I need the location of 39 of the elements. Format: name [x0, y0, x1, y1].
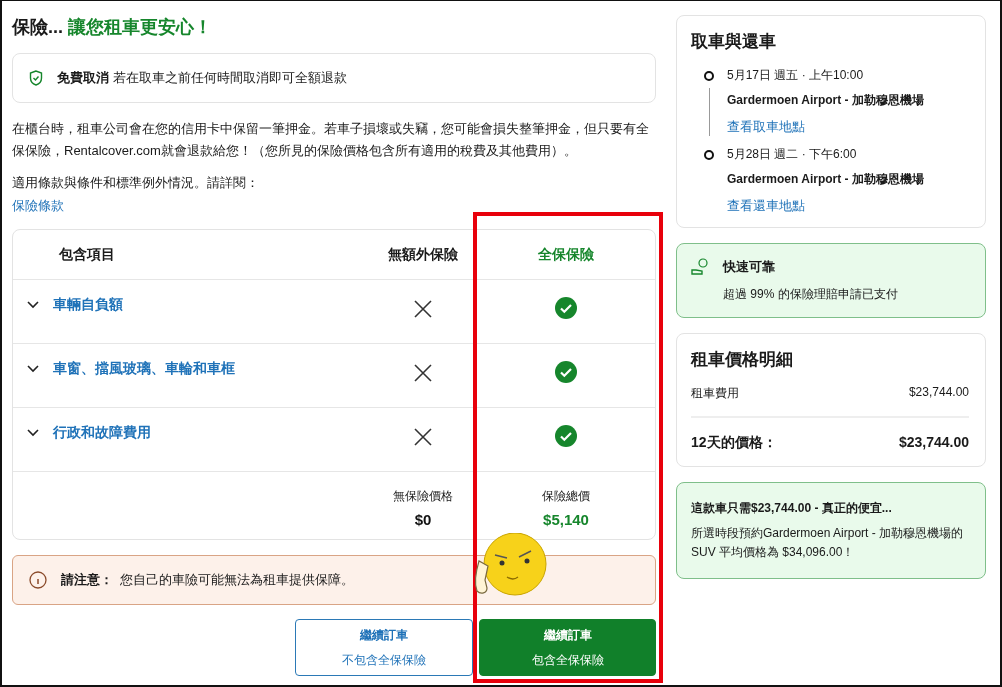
continue-button[interactable]: 繼續訂車 不包含全保保險	[295, 619, 473, 676]
date-time: 5月17日 週五 · 上午10:00	[727, 67, 865, 84]
location-link[interactable]: 查看取車地點	[727, 119, 805, 134]
price-value: $0	[414, 511, 432, 528]
column-header: 無額外保險	[388, 245, 458, 264]
timeline-dot	[704, 149, 714, 160]
notice-text: 請注意： 您自己的車險可能無法為租車提供保障。	[61, 571, 354, 589]
location-name: Gardermoen Airport - 加勒穆恩機場	[727, 171, 925, 188]
feature-text: 超過 99% 的保險理賠申請已支付	[723, 286, 898, 303]
feature-title: 快速可靠	[723, 258, 776, 276]
date-time: 5月28日 週二 · 下午6:00	[727, 146, 858, 163]
column-header: 全保保險	[538, 245, 594, 264]
price-label: 無保險價格	[393, 488, 453, 505]
total-value: $23,744.00	[898, 434, 969, 452]
terms-link[interactable]: 保險條款	[12, 198, 64, 213]
card-title: 租車價格明細	[691, 349, 794, 371]
deposit-paragraph: 在櫃台時，租車公司會在您的信用卡中保留一筆押金。若車子損壞或失竊，您可能會損失整筆押金，但只要有全保保險，Rentalcover.com就會退款給您！（您所見的保險價格包含所有適用的稅費及其他費用）。	[12, 120, 650, 160]
coverage-item[interactable]: 行政和故障費用	[13, 408, 151, 442]
card-title: 取車與還車	[691, 31, 777, 53]
coverage-item[interactable]: 車輛自負額	[13, 280, 123, 314]
price-label: 保險總價	[542, 488, 590, 505]
fee-value: $23,744.00	[908, 385, 969, 401]
column-header: 包含項目	[58, 245, 115, 264]
page-heading: 保險... 讓您租車更安心！	[12, 16, 214, 39]
shield-check-icon	[29, 70, 43, 86]
timeline-dot	[704, 70, 714, 81]
location-link[interactable]: 查看還車地點	[727, 198, 805, 213]
location-name: Gardermoen Airport - 加勒穆恩機場	[727, 92, 925, 109]
total-label: 12天的價格：	[691, 434, 777, 452]
fee-label: 租車費用	[691, 385, 739, 402]
free-cancel-text: 免費取消 若在取車之前任何時間取消即可全額退款	[57, 69, 347, 87]
deal-text: 所選時段預約Gardermoen Airport - 加勒穆恩機場的 SUV 平均價格為 $34,096.00！	[691, 526, 964, 559]
continue-button[interactable]: 繼續訂車 包含全保保險	[479, 619, 656, 676]
price-value: $5,140	[543, 511, 589, 528]
deal-title: 這款車只需$23,744.00 - 真正的便宜...	[691, 500, 893, 517]
coverage-item[interactable]: 車窗、擋風玻璃、車輪和車框	[13, 344, 235, 378]
terms-note: 適用條款與條件和標準例外情況。請詳閱：	[12, 174, 260, 192]
info-icon	[29, 571, 47, 589]
hand-coin-icon	[691, 258, 709, 276]
